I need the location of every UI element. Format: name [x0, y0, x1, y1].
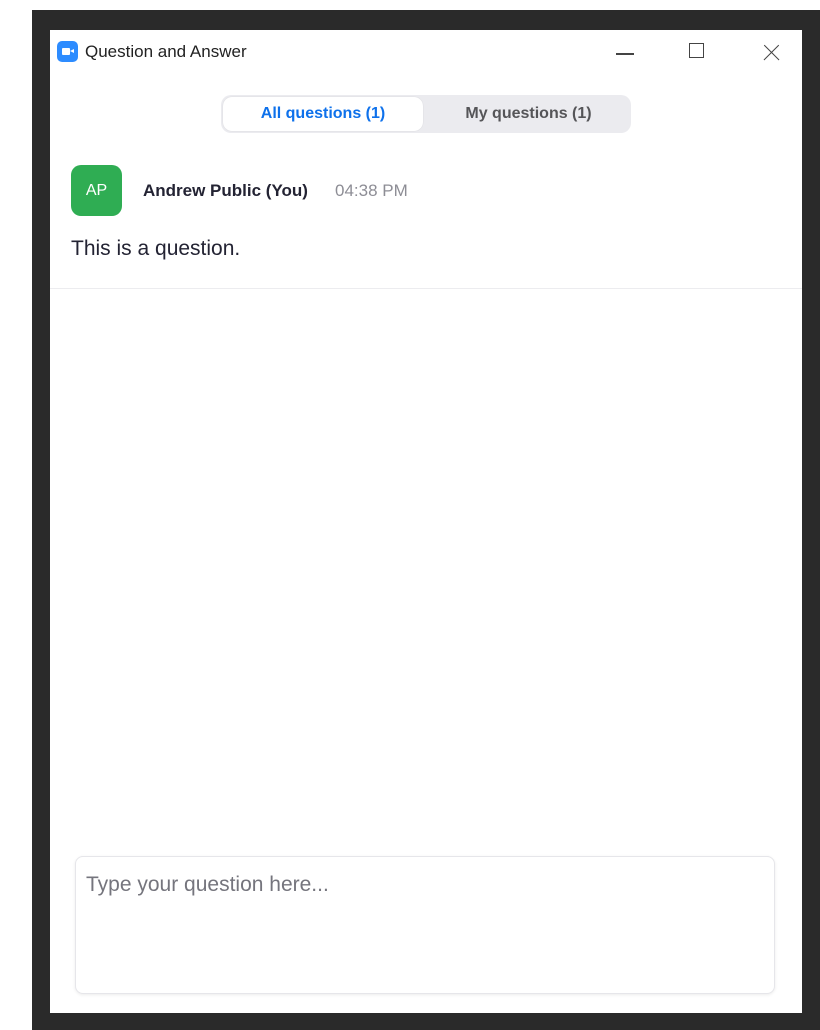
- question-input[interactable]: [76, 857, 774, 993]
- question-filter-tabs: All questions (1) My questions (1): [221, 95, 631, 133]
- question-text: This is a question.: [71, 237, 241, 260]
- title-bar: Question and Answer: [50, 30, 802, 74]
- question-author: Andrew Public (You): [143, 181, 308, 200]
- avatar: AP: [71, 165, 122, 216]
- tab-my-questions[interactable]: My questions (1): [426, 95, 631, 133]
- question-timestamp: 04:38 PM: [335, 181, 408, 200]
- window-title: Question and Answer: [85, 42, 247, 61]
- zoom-app-icon: [57, 41, 78, 62]
- question-item: AP Andrew Public (You) 04:38 PM This is …: [50, 150, 802, 289]
- close-button[interactable]: [739, 30, 801, 74]
- minimize-button[interactable]: [595, 30, 657, 74]
- maximize-button[interactable]: [667, 30, 729, 74]
- tab-all-questions[interactable]: All questions (1): [223, 97, 423, 131]
- question-input-box: [75, 856, 775, 994]
- qa-window: Question and Answer All questions (1) My…: [50, 30, 802, 1013]
